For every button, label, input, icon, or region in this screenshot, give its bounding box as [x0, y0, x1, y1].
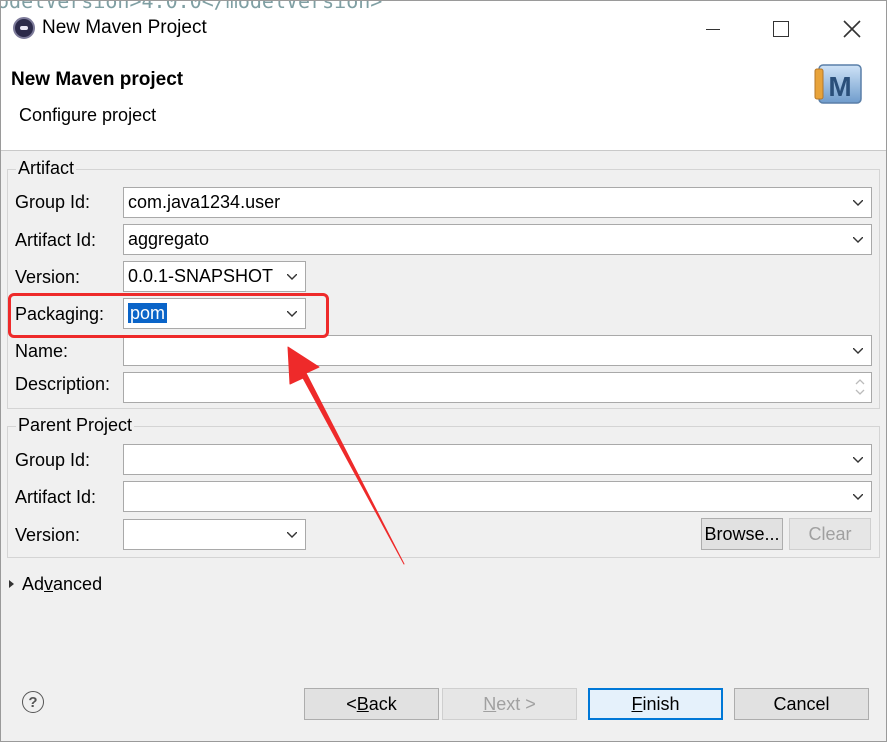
advanced-label: Advanced	[22, 574, 103, 594]
description-textarea[interactable]	[123, 372, 872, 403]
version-value: 0.0.1-SNAPSHOT	[128, 266, 274, 286]
clear-button[interactable]: Clear	[789, 518, 871, 550]
parent-version-select[interactable]	[123, 519, 306, 550]
maven-logo-icon: M	[813, 63, 865, 107]
minimize-icon[interactable]	[698, 15, 728, 43]
maximize-icon[interactable]	[766, 15, 796, 43]
chevron-down-icon[interactable]	[287, 274, 297, 284]
version-label: Version:	[15, 267, 81, 287]
chevron-down-icon[interactable]	[853, 457, 863, 467]
scroll-arrows-icon[interactable]	[853, 375, 867, 399]
artifact-id-label: Artifact Id:	[15, 230, 97, 250]
help-icon[interactable]: ?	[22, 691, 44, 713]
chevron-down-icon[interactable]	[287, 311, 297, 321]
version-select[interactable]: 0.0.1-SNAPSHOT	[123, 261, 306, 292]
parent-group-id-label: Group Id:	[15, 450, 91, 470]
wizard-subtitle: Configure project	[19, 105, 157, 125]
window-title: New Maven Project	[42, 17, 207, 38]
group-id-value: com.java1234.user	[128, 192, 281, 212]
cancel-button[interactable]: Cancel	[734, 688, 869, 720]
group-id-label: Group Id:	[15, 192, 91, 212]
close-icon[interactable]	[837, 15, 867, 43]
chevron-down-icon[interactable]	[853, 200, 863, 210]
wizard-title: New Maven project	[11, 69, 184, 90]
packaging-label: Packaging:	[15, 304, 105, 324]
group-id-combobox[interactable]: com.java1234.user	[123, 187, 872, 218]
parent-artifact-id-combobox[interactable]	[123, 481, 872, 512]
parent-project-group-legend: Parent Project	[16, 415, 135, 436]
wizard-header: New Maven project Configure project M	[1, 53, 886, 151]
parent-version-label: Version:	[15, 525, 81, 545]
chevron-down-icon[interactable]	[853, 237, 863, 247]
artifact-id-value: aggregato	[128, 229, 210, 249]
finish-button[interactable]: Finish	[588, 688, 723, 720]
parent-group-id-combobox[interactable]	[123, 444, 872, 475]
background-code-text: odelVersion>4.0.0</modelVersion>	[0, 0, 383, 13]
next-button[interactable]: Next >	[442, 688, 577, 720]
back-button[interactable]: < Back	[304, 688, 439, 720]
description-label: Description:	[15, 374, 111, 394]
chevron-down-icon[interactable]	[853, 494, 863, 504]
eclipse-app-icon	[13, 17, 35, 39]
maven-logo-letter: M	[828, 71, 851, 102]
chevron-down-icon[interactable]	[287, 532, 297, 542]
name-label: Name:	[15, 341, 69, 361]
title-bar[interactable]: odelVersion>4.0.0</modelVersion> New Mav…	[0, 0, 886, 53]
packaging-value: pom	[128, 303, 168, 323]
packaging-select[interactable]: pom	[123, 298, 306, 329]
artifact-id-combobox[interactable]: aggregato	[123, 224, 872, 255]
expand-triangle-icon[interactable]	[9, 580, 14, 588]
browse-button[interactable]: Browse...	[701, 518, 783, 550]
new-maven-project-dialog: odelVersion>4.0.0</modelVersion> New Mav…	[0, 0, 887, 742]
parent-artifact-id-label: Artifact Id:	[15, 487, 97, 507]
name-combobox[interactable]	[123, 335, 872, 366]
artifact-group-legend: Artifact	[16, 158, 77, 179]
chevron-down-icon[interactable]	[853, 348, 863, 358]
